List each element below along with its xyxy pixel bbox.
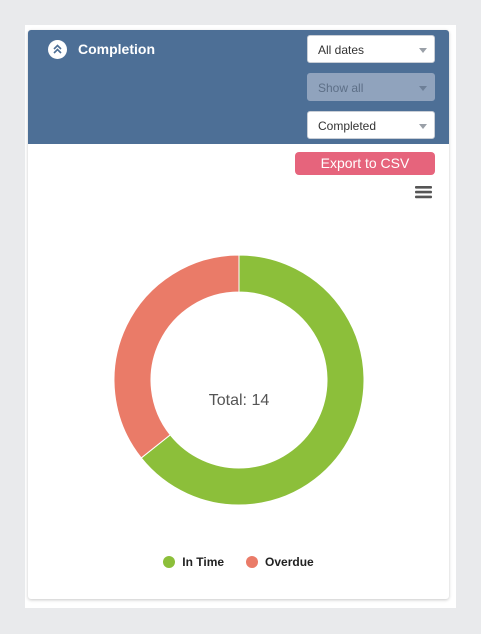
caret-down-icon — [419, 124, 427, 129]
legend-label-overdue: Overdue — [265, 555, 314, 569]
caret-down-icon — [419, 48, 427, 53]
status-select[interactable]: Completed — [307, 111, 435, 139]
legend-dot-overdue — [246, 556, 259, 568]
widget-title: Completion — [78, 41, 155, 57]
status-value: Completed — [318, 119, 377, 133]
donut-chart: Total: 14 — [113, 254, 365, 506]
chevrons-up-icon[interactable] — [48, 40, 67, 59]
show-filter-select[interactable]: Show all — [307, 73, 435, 101]
hamburger-menu-icon[interactable] — [414, 184, 434, 200]
legend-dot-in-time — [163, 556, 176, 568]
date-range-select[interactable]: All dates — [307, 35, 435, 63]
export-csv-button[interactable]: Export to CSV — [295, 152, 435, 175]
legend-label-in-time: In Time — [182, 555, 225, 569]
completion-widget: Completion All dates Show all Completed … — [28, 30, 449, 599]
caret-down-icon — [419, 86, 427, 91]
donut-slice-overdue[interactable] — [113, 254, 240, 459]
chart-legend: In Time Overdue — [28, 555, 449, 569]
legend-item-overdue[interactable]: Overdue — [246, 555, 314, 569]
page-frame: Completion All dates Show all Completed … — [25, 25, 456, 608]
widget-header: Completion All dates Show all Completed — [28, 30, 449, 144]
legend-item-in-time[interactable]: In Time — [163, 555, 224, 569]
total-label: Total: 14 — [209, 392, 270, 409]
show-filter-value: Show all — [318, 81, 364, 95]
date-range-value: All dates — [318, 43, 365, 57]
